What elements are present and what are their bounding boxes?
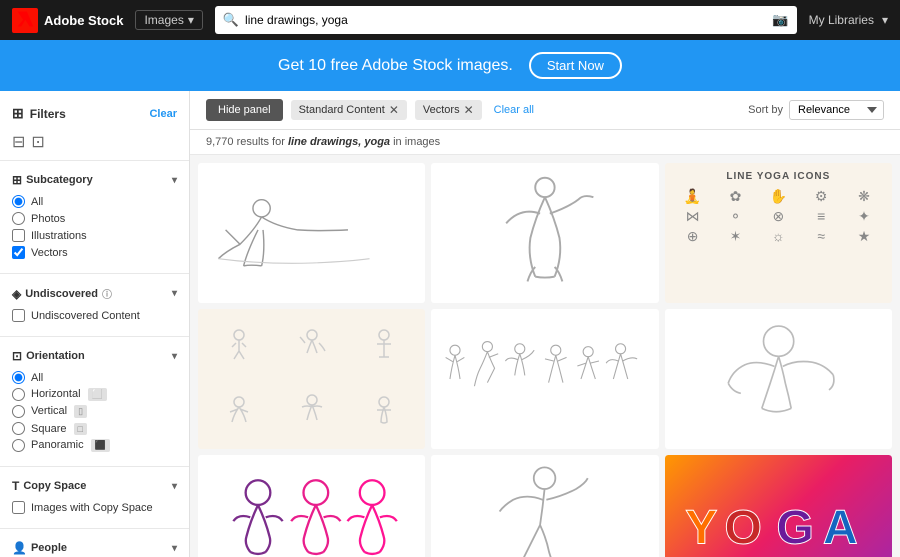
grid-item-1[interactable] <box>198 163 425 303</box>
my-libraries-btn[interactable]: My Libraries ▾ <box>809 13 888 27</box>
subcategory-all[interactable]: All <box>12 193 177 210</box>
svg-text:A: A <box>823 501 858 555</box>
grid-item-dancer[interactable] <box>431 455 658 557</box>
copy-space-chevron: ▾ <box>172 481 177 492</box>
grid-item-yoga-art[interactable]: Y O G A <box>665 455 892 557</box>
undiscovered-content: Undiscovered Content <box>0 305 189 332</box>
adobe-logo-icon <box>12 8 38 33</box>
orientation-label: Orientation <box>26 350 85 362</box>
orientation-section[interactable]: ⊡ Orientation ▾ <box>0 341 189 367</box>
undiscovered-chevron: ▾ <box>172 288 177 299</box>
orientation-icon: ⊡ <box>12 349 22 363</box>
subcategory-label: Subcategory <box>26 174 93 186</box>
results-info: 9,770 results for line drawings, yoga in… <box>190 130 900 155</box>
svg-text:Y: Y <box>685 501 717 555</box>
undiscovered-label: Undiscovered <box>25 288 98 300</box>
standard-content-remove-icon[interactable]: ✕ <box>389 103 399 117</box>
sidebar-header: ⊞ Filters Clear <box>0 99 189 128</box>
yoga-icons-title: LINE YOGA ICONS <box>726 171 830 182</box>
people-label: People <box>31 542 67 554</box>
search-bar: 🔍 📷 <box>215 6 797 34</box>
results-count: 9,770 <box>206 136 234 148</box>
search-input[interactable] <box>245 13 766 27</box>
promo-banner: Get 10 free Adobe Stock images. Start No… <box>0 40 900 91</box>
camera-icon[interactable]: 📷 <box>772 12 788 28</box>
sidebar: ⊞ Filters Clear ⊟ ⊡ ⊞ Subcategory ▾ All … <box>0 91 190 557</box>
images-label: Images <box>144 13 183 27</box>
toolbar-icons: ⊟ ⊡ <box>0 128 189 156</box>
topbar: Adobe Stock Images ▾ 🔍 📷 My Libraries ▾ <box>0 0 900 40</box>
copy-space-checkbox[interactable]: Images with Copy Space <box>12 499 177 516</box>
orientation-content: All Horizontal ⬜ Vertical ▯ Square □ Pan… <box>0 367 189 462</box>
clear-button[interactable]: Clear <box>149 108 177 120</box>
content-area: Hide panel Standard Content ✕ Vectors ✕ … <box>190 91 900 557</box>
search-icon: 🔍 <box>223 12 239 28</box>
subcategory-photos[interactable]: Photos <box>12 210 177 227</box>
filter-sliders-icon[interactable]: ⊟ <box>12 132 25 152</box>
my-libraries-label: My Libraries <box>809 13 874 27</box>
undiscovered-icon: ◈ <box>12 287 21 301</box>
subcategory-vectors[interactable]: Vectors <box>12 244 177 261</box>
copy-space-section[interactable]: T Copy Space ▾ <box>0 471 189 497</box>
vectors-tag: Vectors ✕ <box>415 100 482 120</box>
grid-item-multi-poses[interactable] <box>431 309 658 449</box>
subcategory-illustrations[interactable]: Illustrations <box>12 227 177 244</box>
results-query: line drawings, yoga <box>288 136 390 148</box>
sort-label: Sort by <box>748 104 783 116</box>
images-dropdown[interactable]: Images ▾ <box>135 10 202 30</box>
undiscovered-section[interactable]: ◈ Undiscovered ⓘ ▾ <box>0 278 189 305</box>
orientation-all[interactable]: All <box>12 369 177 386</box>
filters-icon: ⊞ <box>12 105 24 122</box>
app-name-label: Adobe Stock <box>44 13 123 28</box>
filters-label: Filters <box>30 107 66 121</box>
chevron-down-icon: ▾ <box>188 13 194 27</box>
grid-item-small-poses-right[interactable] <box>198 309 425 449</box>
undiscovered-content-checkbox[interactable]: Undiscovered Content <box>12 307 177 324</box>
chevron-down-icon: ▾ <box>882 13 888 27</box>
image-grid: LINE YOGA ICONS 🧘 ✿ ✋ ⚙ ❋ ⋈ ⚬ ⊗ ≡ ✦ ⊕ ✶ <box>190 155 900 557</box>
clear-all-button[interactable]: Clear all <box>494 104 534 116</box>
people-chevron: ▾ <box>172 543 177 554</box>
hide-panel-button[interactable]: Hide panel <box>206 99 283 121</box>
camera-filter-icon[interactable]: ⊡ <box>31 132 44 152</box>
results-suffix: in images <box>393 136 440 148</box>
people-icon: 👤 <box>12 541 27 555</box>
subcategory-section[interactable]: ⊞ Subcategory ▾ <box>0 165 189 191</box>
orientation-horizontal[interactable]: Horizontal ⬜ <box>12 386 177 403</box>
copy-space-content: Images with Copy Space <box>0 497 189 524</box>
orientation-panoramic[interactable]: Panoramic ⬛ <box>12 437 177 454</box>
svg-text:O: O <box>724 501 762 555</box>
orientation-square[interactable]: Square □ <box>12 420 177 437</box>
yoga-icons-grid: 🧘 ✿ ✋ ⚙ ❋ ⋈ ⚬ ⊗ ≡ ✦ ⊕ ✶ ☼ ≈ ★ <box>673 188 884 245</box>
grid-item-colorful-yoga[interactable] <box>198 455 425 557</box>
sort-select[interactable]: Relevance Most Recent Most Popular <box>789 100 884 120</box>
vectors-remove-icon[interactable]: ✕ <box>464 103 474 117</box>
orientation-vertical[interactable]: Vertical ▯ <box>12 403 177 420</box>
undiscovered-info-icon[interactable]: ⓘ <box>102 286 112 301</box>
grid-item-yoga-icons[interactable]: LINE YOGA ICONS 🧘 ✿ ✋ ⚙ ❋ ⋈ ⚬ ⊗ ≡ ✦ ⊕ ✶ <box>665 163 892 303</box>
subcategory-content: All Photos Illustrations Vectors <box>0 191 189 269</box>
promo-text: Get 10 free Adobe Stock images. <box>278 57 513 75</box>
grid-item-2[interactable] <box>431 163 658 303</box>
people-section[interactable]: 👤 People ▾ <box>0 533 189 557</box>
logo[interactable]: Adobe Stock <box>12 8 123 33</box>
sort-area: Sort by Relevance Most Recent Most Popul… <box>748 100 884 120</box>
main-layout: ⊞ Filters Clear ⊟ ⊡ ⊞ Subcategory ▾ All … <box>0 91 900 557</box>
copy-space-label: Copy Space <box>23 480 86 492</box>
standard-content-tag: Standard Content ✕ <box>291 100 407 120</box>
content-toolbar: Hide panel Standard Content ✕ Vectors ✕ … <box>190 91 900 130</box>
subcategory-chevron: ▾ <box>172 175 177 186</box>
copy-space-icon: T <box>12 479 19 493</box>
subcategory-icon: ⊞ <box>12 173 22 187</box>
orientation-chevron: ▾ <box>172 351 177 362</box>
start-now-button[interactable]: Start Now <box>529 52 622 79</box>
grid-item-seated[interactable] <box>665 309 892 449</box>
svg-text:G: G <box>776 501 814 555</box>
